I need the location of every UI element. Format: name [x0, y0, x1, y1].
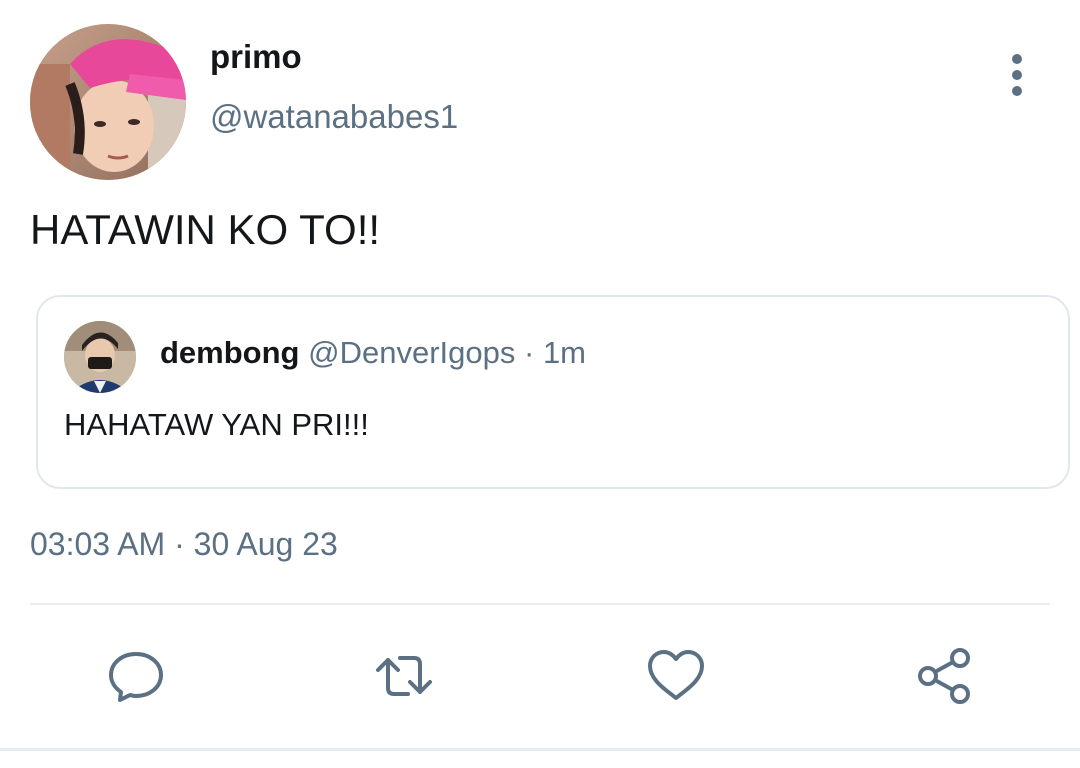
more-options-button[interactable]: [996, 50, 1038, 100]
like-button[interactable]: [646, 646, 706, 706]
quoted-tweet-card[interactable]: dembong @DenverIgops · 1m HAHATAW YAN PR…: [36, 295, 1070, 489]
tweet-timestamp: 03:03 AM · 30 Aug 23: [30, 526, 338, 563]
heart-icon: [648, 650, 704, 700]
retweet-button[interactable]: [374, 646, 434, 706]
vertical-dots-icon: [1012, 54, 1022, 96]
author-display-name[interactable]: primo: [210, 38, 302, 76]
quoted-time: 1m: [542, 335, 587, 370]
quoted-author-avatar: [64, 321, 136, 393]
timestamp-date: 30 Aug 23: [193, 526, 338, 562]
quoted-display-name: dembong: [160, 335, 300, 370]
share-icon: [918, 648, 970, 704]
share-button[interactable]: [914, 646, 974, 706]
quoted-handle: @DenverIgops: [308, 335, 516, 370]
timestamp-separator: ·: [165, 526, 194, 562]
bottom-divider: [0, 748, 1080, 751]
speech-bubble-icon: [109, 652, 163, 702]
quoted-tweet-text: HAHATAW YAN PRI!!!: [64, 407, 369, 442]
timestamp-time: 03:03 AM: [30, 526, 166, 562]
avatar-photo: [30, 24, 186, 180]
quoted-separator: ·: [515, 335, 543, 370]
actions-divider: [30, 603, 1050, 605]
retweet-icon: [376, 656, 432, 696]
author-handle[interactable]: @watanababes1: [210, 98, 458, 136]
quoted-avatar-photo: [64, 321, 136, 393]
reply-button[interactable]: [106, 646, 166, 706]
author-avatar[interactable]: [30, 24, 186, 180]
tweet-text: HATAWIN KO TO!!: [30, 206, 381, 253]
quoted-tweet-header: dembong @DenverIgops · 1m: [160, 335, 586, 371]
